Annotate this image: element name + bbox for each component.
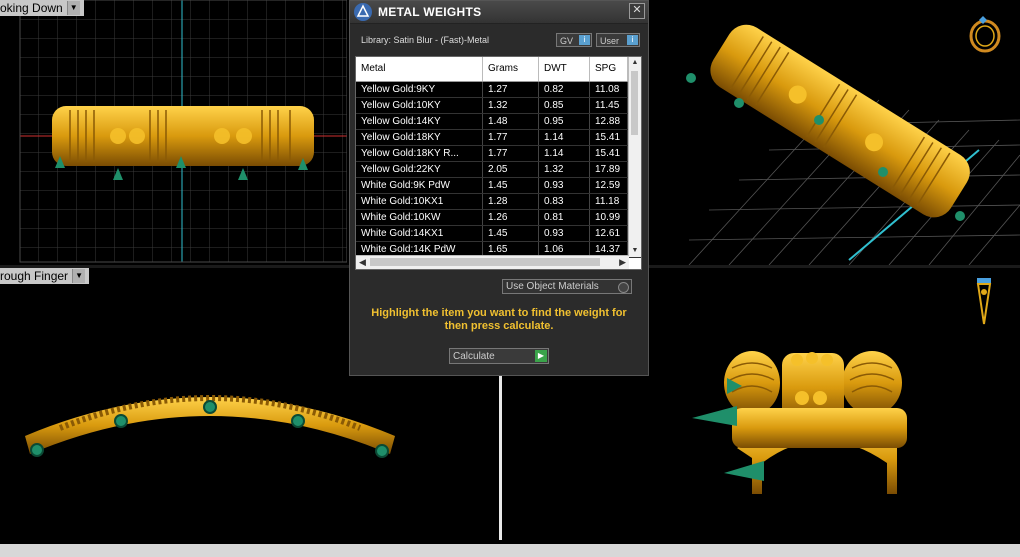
cell-dwt: 1.14 <box>539 146 590 161</box>
ring-top-view <box>52 106 314 166</box>
column-header-spg[interactable]: SPG <box>590 57 628 81</box>
cell-grams: 1.48 <box>483 114 539 129</box>
table-row[interactable]: Yellow Gold:14KY 1.48 0.95 12.88 <box>356 114 641 130</box>
cell-grams: 1.26 <box>483 210 539 225</box>
cell-metal: Yellow Gold:9KY <box>356 82 483 97</box>
table-row[interactable]: Yellow Gold:9KY 1.27 0.82 11.08 <box>356 82 641 98</box>
table-row[interactable]: White Gold:9K PdW 1.45 0.93 12.59 <box>356 178 641 194</box>
cell-spg: 11.45 <box>590 98 628 113</box>
cell-grams: 1.32 <box>483 98 539 113</box>
cell-metal: Yellow Gold:18KY R... <box>356 146 483 161</box>
column-header-grams[interactable]: Grams <box>483 57 539 81</box>
table-header: Metal Grams DWT SPG <box>356 57 641 82</box>
table-row[interactable]: Yellow Gold:18KY 1.77 1.14 15.41 <box>356 130 641 146</box>
viewport-top-left[interactable]: oking Down ▼ <box>0 0 347 265</box>
scroll-up-icon[interactable]: ▲ <box>629 57 641 69</box>
cell-metal: Yellow Gold:22KY <box>356 162 483 177</box>
cell-grams: 1.45 <box>483 226 539 241</box>
instruction-text: Highlight the item you want to find the … <box>371 307 627 332</box>
info-icon: i <box>627 35 638 45</box>
play-icon: ▶ <box>535 350 547 362</box>
cell-dwt: 1.14 <box>539 130 590 145</box>
user-toggle-label: User <box>600 36 620 46</box>
close-icon[interactable]: ✕ <box>629 3 645 19</box>
app-logo-icon <box>350 1 376 23</box>
table-row[interactable]: White Gold:10KW 1.26 0.81 10.99 <box>356 210 641 226</box>
scroll-thumb[interactable] <box>370 258 600 266</box>
table-row[interactable]: White Gold:14KX1 1.45 0.93 12.61 <box>356 226 641 242</box>
panel-titlebar[interactable]: METAL WEIGHTS ✕ <box>350 1 648 24</box>
viewport-label-bottom-left[interactable]: rough Finger ▼ <box>0 268 90 284</box>
table-row[interactable]: Yellow Gold:10KY 1.32 0.85 11.45 <box>356 98 641 114</box>
scroll-thumb[interactable] <box>631 71 638 135</box>
cell-dwt: 0.85 <box>539 98 590 113</box>
cell-grams: 1.28 <box>483 194 539 209</box>
chevron-down-icon[interactable]: ▼ <box>66 1 80 15</box>
cell-grams: 1.27 <box>483 82 539 97</box>
gv-toggle[interactable]: GV i <box>556 33 592 47</box>
calculate-button[interactable]: Calculate ▶ <box>449 348 549 364</box>
gv-toggle-label: GV <box>560 36 574 46</box>
cell-dwt: 0.93 <box>539 178 590 193</box>
viewport-perspective[interactable] <box>649 0 1020 265</box>
cell-metal: Yellow Gold:18KY <box>356 130 483 145</box>
orientation-icon[interactable] <box>976 278 992 325</box>
horizontal-scrollbar[interactable]: ◀ ▶ <box>356 255 629 269</box>
cell-spg: 12.88 <box>590 114 628 129</box>
scroll-right-icon[interactable]: ▶ <box>619 256 626 268</box>
cell-spg: 15.41 <box>590 130 628 145</box>
cell-spg: 11.18 <box>590 194 628 209</box>
cell-grams: 2.05 <box>483 162 539 177</box>
viewport-scene-top <box>19 0 347 263</box>
viewport-label-text: rough Finger <box>0 269 69 283</box>
cell-dwt: 0.83 <box>539 194 590 209</box>
cell-grams: 1.77 <box>483 146 539 161</box>
cell-dwt: 1.32 <box>539 162 590 177</box>
cell-spg: 11.08 <box>590 82 628 97</box>
cell-spg: 12.61 <box>590 226 628 241</box>
scroll-down-icon[interactable]: ▼ <box>629 245 641 257</box>
ring-icon[interactable] <box>969 16 1001 53</box>
column-header-dwt[interactable]: DWT <box>539 57 590 81</box>
chevron-down-icon[interactable]: ▼ <box>72 269 86 283</box>
cell-spg: 15.41 <box>590 146 628 161</box>
table-row[interactable]: Yellow Gold:22KY 2.05 1.32 17.89 <box>356 162 641 178</box>
metal-table[interactable]: Metal Grams DWT SPG Yellow Gold:9KY 1.27 0… <box>355 56 642 270</box>
table-body: Yellow Gold:9KY 1.27 0.82 11.08 Yellow Gold:… <box>356 82 641 258</box>
cell-metal: White Gold:10KX1 <box>356 194 483 209</box>
info-icon: i <box>579 35 590 45</box>
library-label: Library: Satin Blur - (Fast)-Metal <box>361 35 490 45</box>
use-object-materials-toggle[interactable]: Use Object Materials <box>502 279 632 294</box>
cell-metal: White Gold:14KX1 <box>356 226 483 241</box>
vertical-scrollbar[interactable]: ▲ ▼ <box>628 57 641 257</box>
user-toggle[interactable]: User i <box>596 33 640 47</box>
column-header-metal[interactable]: Metal <box>356 57 483 81</box>
panel-title: METAL WEIGHTS <box>378 5 482 19</box>
cell-dwt: 0.81 <box>539 210 590 225</box>
cell-spg: 10.99 <box>590 210 628 225</box>
cell-grams: 1.77 <box>483 130 539 145</box>
cell-dwt: 0.93 <box>539 226 590 241</box>
table-row[interactable]: White Gold:10KX1 1.28 0.83 11.18 <box>356 194 641 210</box>
cell-dwt: 0.82 <box>539 82 590 97</box>
cell-dwt: 0.95 <box>539 114 590 129</box>
cell-metal: Yellow Gold:10KY <box>356 98 483 113</box>
viewport-label-top-left[interactable]: oking Down ▼ <box>0 0 84 16</box>
cell-spg: 12.59 <box>590 178 628 193</box>
status-bar <box>0 540 1020 557</box>
cell-grams: 1.45 <box>483 178 539 193</box>
cell-spg: 17.89 <box>590 162 628 177</box>
calculate-label: Calculate <box>453 351 495 362</box>
cell-metal: White Gold:10KW <box>356 210 483 225</box>
cell-metal: Yellow Gold:14KY <box>356 114 483 129</box>
radio-icon <box>618 282 629 293</box>
cell-metal: White Gold:9K PdW <box>356 178 483 193</box>
use-object-materials-label: Use Object Materials <box>506 281 599 292</box>
scroll-left-icon[interactable]: ◀ <box>359 256 366 268</box>
table-row[interactable]: Yellow Gold:18KY R... 1.77 1.14 15.41 <box>356 146 641 162</box>
viewport-label-text: oking Down <box>0 1 63 15</box>
metal-weights-panel: METAL WEIGHTS ✕ Library: Satin Blur - (F… <box>349 0 649 376</box>
viewport-scene-perspective <box>686 16 1020 265</box>
